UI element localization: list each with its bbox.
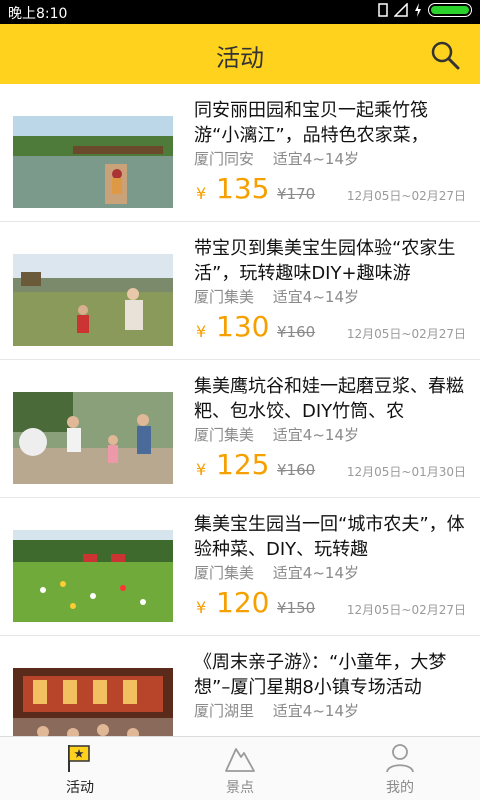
activity-thumbnail bbox=[13, 254, 173, 346]
activity-dates: 12月05日~02月27日 bbox=[346, 603, 466, 617]
activity-thumbnail bbox=[13, 392, 173, 484]
activity-age-range: 适宜4~14岁 bbox=[272, 564, 359, 582]
original-price: ¥150 bbox=[277, 599, 316, 617]
tab-label: 活动 bbox=[66, 780, 94, 796]
activity-price: 130 bbox=[216, 310, 270, 343]
mountain-icon bbox=[225, 748, 255, 772]
tab-activities[interactable]: 活动 bbox=[0, 737, 160, 800]
activity-location: 厦门集美 bbox=[194, 564, 255, 582]
status-time: 晚上8:10 bbox=[8, 6, 68, 22]
signal-icon bbox=[394, 3, 408, 17]
activity-location: 厦门集美 bbox=[194, 426, 255, 444]
activity-title: 《周末亲子游》：“小童年，大梦想”–厦门星期8小镇专场活动 bbox=[194, 652, 447, 698]
activity-age-range: 适宜4~14岁 bbox=[272, 150, 359, 168]
activity-title: 带宝贝到集美宝生园体验“农家生活”，玩转趣味DIY+趣味游 bbox=[194, 238, 456, 284]
status-icons bbox=[378, 3, 472, 17]
activity-list: 同安丽田园和宝贝一起乘竹筏游“小漓江”，品特色农家菜， 厦门同安 适宜4~14岁… bbox=[0, 84, 480, 736]
activity-dates: 12月05日~01月30日 bbox=[346, 465, 466, 479]
battery-icon bbox=[428, 3, 472, 17]
activity-price: 135 bbox=[216, 172, 270, 205]
status-bar: 晚上8:10 bbox=[0, 0, 480, 24]
activity-location: 厦门湖里 bbox=[194, 702, 255, 720]
activity-item[interactable]: 集美鹰坑谷和娃一起磨豆浆、春糍粑、包水饺、DIY竹筒、农 厦门集美 适宜4~14… bbox=[0, 360, 480, 498]
activity-title: 集美鹰坑谷和娃一起磨豆浆、春糍粑、包水饺、DIY竹筒、农 bbox=[194, 376, 464, 422]
activity-thumbnail bbox=[13, 116, 173, 208]
activity-dates: 12月05日~02月27日 bbox=[346, 189, 466, 203]
original-price: ¥160 bbox=[277, 323, 316, 341]
original-price: ¥160 bbox=[277, 461, 316, 479]
activity-location: 厦门同安 bbox=[194, 150, 255, 168]
app-header: 活动 bbox=[0, 24, 480, 84]
flag-icon bbox=[68, 745, 90, 772]
activity-meta: 厦门集美 适宜4~14岁 bbox=[194, 286, 359, 307]
activity-title: 集美宝生园当一回“城市农夫”，体验种菜、DIY、玩转趣 bbox=[194, 514, 465, 560]
search-icon[interactable] bbox=[430, 40, 460, 70]
activity-meta: 厦门集美 适宜4~14岁 bbox=[194, 562, 359, 583]
activity-title: 同安丽田园和宝贝一起乘竹筏游“小漓江”，品特色农家菜， bbox=[194, 100, 429, 146]
activity-age-range: 适宜4~14岁 bbox=[272, 426, 359, 444]
sim-icon bbox=[378, 3, 388, 17]
bottom-tab-bar: 活动 景点 我的 bbox=[0, 736, 480, 800]
activity-location: 厦门集美 bbox=[194, 288, 255, 306]
tab-label: 我的 bbox=[386, 780, 414, 796]
activity-item[interactable]: 集美宝生园当一回“城市农夫”，体验种菜、DIY、玩转趣 厦门集美 适宜4~14岁… bbox=[0, 498, 480, 636]
activity-meta: 厦门同安 适宜4~14岁 bbox=[194, 148, 359, 169]
tab-profile[interactable]: 我的 bbox=[320, 737, 480, 800]
activity-item[interactable]: 《周末亲子游》：“小童年，大梦想”–厦门星期8小镇专场活动 厦门湖里 适宜4~1… bbox=[0, 636, 480, 736]
currency-symbol: ¥ bbox=[196, 184, 207, 203]
currency-symbol: ¥ bbox=[196, 322, 207, 341]
activity-price: 120 bbox=[216, 586, 270, 619]
tab-label: 景点 bbox=[226, 780, 254, 796]
activity-price: 125 bbox=[216, 448, 270, 481]
activity-thumbnail bbox=[13, 668, 173, 736]
original-price: ¥170 bbox=[277, 185, 316, 203]
activity-thumbnail bbox=[13, 530, 173, 622]
page-title: 活动 bbox=[216, 44, 264, 72]
tab-scenic-spots[interactable]: 景点 bbox=[160, 737, 320, 800]
charging-icon bbox=[415, 3, 421, 17]
activity-meta: 厦门湖里 适宜4~14岁 bbox=[194, 700, 359, 721]
activity-age-range: 适宜4~14岁 bbox=[272, 288, 359, 306]
activity-item[interactable]: 同安丽田园和宝贝一起乘竹筏游“小漓江”，品特色农家菜， 厦门同安 适宜4~14岁… bbox=[0, 84, 480, 222]
activity-meta: 厦门集美 适宜4~14岁 bbox=[194, 424, 359, 445]
currency-symbol: ¥ bbox=[196, 598, 207, 617]
person-icon bbox=[386, 744, 414, 773]
currency-symbol: ¥ bbox=[196, 460, 207, 479]
activity-dates: 12月05日~02月27日 bbox=[346, 327, 466, 341]
activity-age-range: 适宜4~14岁 bbox=[272, 702, 359, 720]
activity-item[interactable]: 带宝贝到集美宝生园体验“农家生活”，玩转趣味DIY+趣味游 厦门集美 适宜4~1… bbox=[0, 222, 480, 360]
